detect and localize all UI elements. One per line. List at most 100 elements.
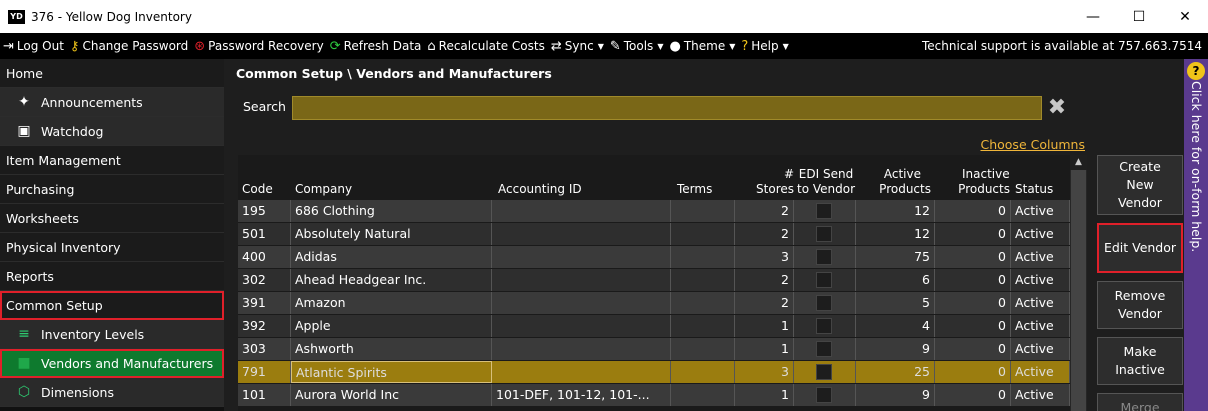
sidebar-item-label: Home bbox=[6, 65, 43, 81]
menu-password-recovery[interactable]: ⊛ Password Recovery bbox=[191, 33, 326, 59]
col-header-inactive-line2: Products bbox=[958, 182, 1010, 196]
col-header-edi[interactable]: EDI Send to Vendor bbox=[796, 167, 856, 197]
cell-terms bbox=[671, 338, 735, 360]
scroll-up-icon[interactable]: ▲ bbox=[1070, 155, 1087, 170]
clear-search-icon[interactable]: ✖ bbox=[1046, 97, 1068, 119]
menu-theme[interactable]: ● Theme ▼ bbox=[666, 33, 738, 59]
scroll-thumb[interactable] bbox=[1071, 170, 1086, 411]
cell-terms bbox=[671, 292, 735, 314]
table-row[interactable]: 303 Ashworth 1 9 0 Active bbox=[238, 338, 1070, 361]
menu-sync[interactable]: ⇄ Sync ▼ bbox=[548, 33, 607, 59]
col-header-code[interactable]: Code bbox=[242, 182, 273, 197]
remove-vendor-button[interactable]: Remove Vendor bbox=[1097, 281, 1183, 329]
col-header-company[interactable]: Company bbox=[295, 182, 352, 197]
edi-checkbox[interactable] bbox=[816, 203, 832, 219]
cell-stores: 2 bbox=[735, 200, 794, 222]
cell-accounting-id bbox=[492, 338, 671, 360]
table-row[interactable]: 101 Aurora World Inc 101-DEF, 101-12, 101-… bbox=[238, 384, 1070, 407]
cell-code: 791 bbox=[238, 361, 291, 383]
make-inactive-button[interactable]: Make Inactive bbox=[1097, 337, 1183, 385]
table-row[interactable]: 391 Amazon 2 5 0 Active bbox=[238, 292, 1070, 315]
vendors-table: Code Company Accounting ID Terms # Store… bbox=[238, 155, 1087, 411]
levels-icon: ≡ bbox=[18, 326, 30, 342]
sidebar-item-watchdog[interactable]: ▣ Watchdog bbox=[0, 117, 224, 146]
col-header-status[interactable]: Status bbox=[1015, 182, 1053, 197]
col-header-active-products[interactable]: Active Products bbox=[858, 167, 931, 197]
cell-active: 12 bbox=[856, 223, 935, 245]
table-row[interactable]: 302 Ahead Headgear Inc. 2 6 0 Active bbox=[238, 269, 1070, 292]
edi-checkbox[interactable] bbox=[816, 341, 832, 357]
search-input[interactable] bbox=[292, 96, 1042, 120]
cell-inactive: 0 bbox=[935, 338, 1011, 360]
table-row[interactable]: 392 Apple 1 4 0 Active bbox=[238, 315, 1070, 338]
minimize-button[interactable]: — bbox=[1070, 0, 1116, 33]
sidebar-item-common-setup[interactable]: Common Setup bbox=[0, 291, 224, 320]
table-row[interactable]: 400 Adidas 3 75 0 Active bbox=[238, 246, 1070, 269]
cell-edi bbox=[794, 361, 856, 383]
col-header-inactive-products[interactable]: Inactive Products bbox=[938, 167, 1010, 197]
search-label: Search bbox=[243, 99, 286, 114]
edit-vendor-button[interactable]: Edit Vendor bbox=[1097, 223, 1183, 273]
sidebar-item-purchasing[interactable]: Purchasing bbox=[0, 175, 224, 204]
menu-log-out[interactable]: ⇥ Log Out bbox=[0, 33, 67, 59]
main-content: Common Setup \ Vendors and Manufacturers… bbox=[224, 59, 1184, 411]
sidebar-item-physical-inventory[interactable]: Physical Inventory bbox=[0, 233, 224, 262]
cell-active: 25 bbox=[856, 361, 935, 383]
menu-refresh-data[interactable]: ⟳ Refresh Data bbox=[327, 33, 425, 59]
cell-inactive: 0 bbox=[935, 200, 1011, 222]
edi-checkbox[interactable] bbox=[816, 318, 832, 334]
table-row[interactable]: 501 Absolutely Natural 2 12 0 Active bbox=[238, 223, 1070, 246]
cell-edi bbox=[794, 384, 856, 406]
help-circle-icon: ? bbox=[741, 38, 749, 54]
table-row[interactable]: 195 686 Clothing 2 12 0 Active bbox=[238, 200, 1070, 223]
sidebar-item-worksheets[interactable]: Worksheets bbox=[0, 204, 224, 233]
menu-help[interactable]: ? Help ▼ bbox=[738, 33, 791, 59]
edi-checkbox[interactable] bbox=[816, 226, 832, 242]
sidebar-item-item-management[interactable]: Item Management bbox=[0, 146, 224, 175]
sidebar-item-label: Purchasing bbox=[6, 181, 75, 197]
cell-code: 501 bbox=[238, 223, 291, 245]
cell-company: Ashworth bbox=[291, 338, 492, 360]
edi-checkbox[interactable] bbox=[816, 387, 832, 403]
col-header-stores[interactable]: # Stores bbox=[738, 167, 794, 197]
on-form-help-panel[interactable]: ? Click here for on-form help. bbox=[1184, 59, 1208, 411]
sidebar-item-home[interactable]: Home bbox=[0, 59, 224, 88]
close-window-button[interactable]: ✕ bbox=[1162, 0, 1208, 33]
edi-checkbox[interactable] bbox=[816, 249, 832, 265]
cell-edi bbox=[794, 338, 856, 360]
edi-checkbox[interactable] bbox=[816, 364, 832, 380]
table-header: Code Company Accounting ID Terms # Store… bbox=[238, 155, 1070, 200]
sidebar-item-reports[interactable]: Reports bbox=[0, 262, 224, 291]
cell-accounting-id bbox=[492, 246, 671, 268]
cell-status: Active bbox=[1011, 223, 1070, 245]
sidebar-item-label: Common Setup bbox=[6, 297, 103, 313]
support-text: Technical support is available at 757.66… bbox=[921, 39, 1202, 53]
menu-tools[interactable]: ✎ Tools ▼ bbox=[607, 33, 667, 59]
cell-code: 391 bbox=[238, 292, 291, 314]
table-row[interactable]: 791 Atlantic Spirits 3 25 0 Active bbox=[238, 361, 1070, 384]
choose-columns-link[interactable]: Choose Columns bbox=[980, 137, 1085, 152]
table-scrollbar[interactable]: ▲ bbox=[1070, 155, 1087, 411]
edi-checkbox[interactable] bbox=[816, 272, 832, 288]
menu-item-label: Theme bbox=[683, 39, 726, 53]
edi-checkbox[interactable] bbox=[816, 295, 832, 311]
maximize-button[interactable]: ☐ bbox=[1116, 0, 1162, 33]
menu-item-label: Help bbox=[751, 39, 779, 53]
cell-stores: 1 bbox=[735, 338, 794, 360]
menu-recalculate-costs[interactable]: ⌂ Recalculate Costs bbox=[424, 33, 547, 59]
sidebar-item-label: Watchdog bbox=[41, 123, 104, 139]
cell-edi bbox=[794, 246, 856, 268]
col-header-terms[interactable]: Terms bbox=[677, 182, 712, 197]
merge-button[interactable]: Merge bbox=[1097, 393, 1183, 411]
create-new-vendor-button[interactable]: Create New Vendor bbox=[1097, 155, 1183, 215]
col-header-accounting-id[interactable]: Accounting ID bbox=[498, 182, 582, 197]
cell-company: Absolutely Natural bbox=[291, 223, 492, 245]
cell-terms bbox=[671, 269, 735, 291]
menu-change-password[interactable]: ⚷ Change Password bbox=[67, 33, 191, 59]
sidebar-item-vendors-and-manufacturers[interactable]: ■ Vendors and Manufacturers bbox=[0, 349, 224, 378]
cell-edi bbox=[794, 223, 856, 245]
sidebar-item-announcements[interactable]: ✦ Announcements bbox=[0, 88, 224, 117]
sidebar-item-dimensions[interactable]: ⬡ Dimensions bbox=[0, 378, 224, 407]
menu-item-label: Tools bbox=[623, 39, 654, 53]
sidebar-item-inventory-levels[interactable]: ≡ Inventory Levels bbox=[0, 320, 224, 349]
